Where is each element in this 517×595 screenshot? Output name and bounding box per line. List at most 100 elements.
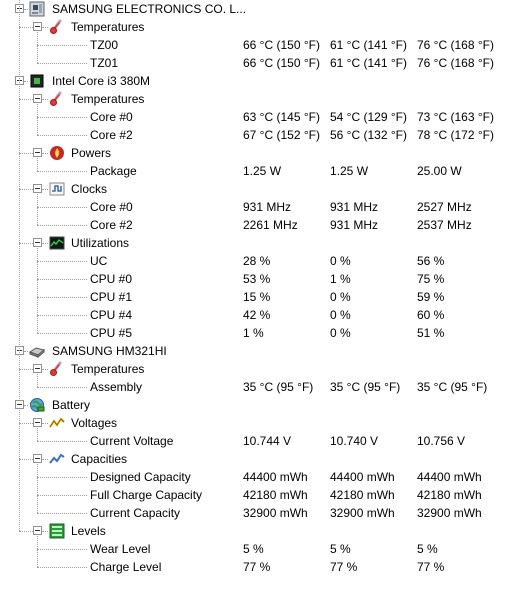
collapse-toggle[interactable] (33, 22, 42, 31)
group-name: Voltages (71, 416, 118, 430)
thermometer-icon (49, 19, 65, 35)
utilization-graph-icon (49, 235, 65, 251)
sensor-name: CPU #5 (90, 326, 133, 340)
tree-connector (37, 261, 87, 262)
device-name: SAMSUNG HM321HI (52, 344, 167, 358)
sensor-name: Package (90, 164, 137, 178)
collapse-toggle[interactable] (33, 148, 42, 157)
sensor-value: 67 °C (152 °F) (243, 128, 320, 142)
collapse-toggle[interactable] (33, 364, 42, 373)
sensor-value: 77 % (243, 560, 271, 574)
tree-connector (24, 81, 28, 82)
tree-connector (42, 243, 48, 244)
tree-connector (37, 171, 87, 172)
tree-connector (37, 225, 87, 226)
clock-wave-icon (49, 181, 65, 197)
collapse-toggle[interactable] (33, 94, 42, 103)
sensor-name: Core #0 (90, 200, 133, 214)
sensor-min: 0 % (330, 326, 351, 340)
sensor-name: Core #2 (90, 128, 133, 142)
device-row[interactable]: SAMSUNG ELECTRONICS CO. L... (0, 0, 517, 18)
collapse-toggle[interactable] (33, 526, 42, 535)
sensor-value: 1.25 W (243, 164, 282, 178)
group-row[interactable]: Clocks (0, 180, 517, 198)
sensor-value: 931 MHz (243, 200, 292, 214)
sensor-value: 2261 MHz (243, 218, 298, 232)
level-bars-icon (49, 523, 65, 539)
group-row[interactable]: Temperatures (0, 18, 517, 36)
power-flame-icon (49, 145, 65, 161)
thermometer-icon (49, 91, 65, 107)
tree-connector (37, 135, 87, 136)
group-row[interactable]: Temperatures (0, 90, 517, 108)
tree-connector (37, 279, 87, 280)
group-row[interactable]: Powers (0, 144, 517, 162)
group-name: Temperatures (71, 92, 145, 106)
group-name: Utilizations (71, 236, 130, 250)
tree-connector (19, 459, 33, 460)
sensor-name: Core #0 (90, 110, 133, 124)
tree-connector (42, 189, 48, 190)
sensor-min: 61 °C (141 °F) (330, 56, 407, 70)
sensor-value: 44400 mWh (243, 470, 308, 484)
group-row[interactable]: Levels (0, 522, 517, 540)
tree-connector (42, 423, 48, 424)
sensor-min: 931 MHz (330, 218, 379, 232)
sensor-name: Designed Capacity (90, 470, 191, 484)
tree-connector (19, 531, 33, 532)
sensor-max: 10.756 V (417, 434, 466, 448)
voltage-zigzag-icon (49, 415, 65, 431)
sensor-name: TZ01 (90, 56, 119, 70)
sensor-tree[interactable]: SAMSUNG ELECTRONICS CO. L... Temperatures… (0, 0, 517, 595)
group-row[interactable]: Utilizations (0, 234, 517, 252)
sensor-value: 35 °C (95 °F) (243, 380, 314, 394)
tree-connector (37, 549, 87, 550)
collapse-toggle[interactable] (15, 400, 24, 409)
tree-connector (37, 513, 87, 514)
sensor-min: 54 °C (129 °F) (330, 110, 407, 124)
sensor-max: 77 % (417, 560, 445, 574)
collapse-toggle[interactable] (33, 418, 42, 427)
device-row[interactable]: SAMSUNG HM321HI (0, 342, 517, 360)
tree-connector (37, 315, 87, 316)
collapse-toggle[interactable] (33, 184, 42, 193)
sensor-min: 42180 mWh (330, 488, 395, 502)
sensor-min: 1.25 W (330, 164, 369, 178)
tree-connector (19, 27, 33, 28)
sensor-name: Core #2 (90, 218, 133, 232)
sensor-min: 931 MHz (330, 200, 379, 214)
tree-connector (19, 153, 33, 154)
sensor-min: 10.740 V (330, 434, 379, 448)
device-row[interactable]: Intel Core i3 380M (0, 72, 517, 90)
tree-connector (37, 567, 87, 568)
collapse-toggle[interactable] (33, 454, 42, 463)
device-name: Battery (52, 398, 91, 412)
sensor-name: TZ00 (90, 38, 119, 52)
tree-connector (37, 441, 87, 442)
tree-connector (37, 248, 38, 333)
hard-drive-icon (29, 343, 45, 359)
tree-connector (42, 153, 48, 154)
sensor-name: Wear Level (90, 542, 151, 556)
sensor-min: 32900 mWh (330, 506, 395, 520)
group-row[interactable]: Voltages (0, 414, 517, 432)
sensor-value: 1 % (243, 326, 264, 340)
sensor-value: 66 °C (150 °F) (243, 38, 320, 52)
group-row[interactable]: Capacities (0, 450, 517, 468)
sensor-max: 76 °C (168 °F) (417, 56, 494, 70)
tree-connector (19, 369, 33, 370)
device-name: Intel Core i3 380M (52, 74, 151, 88)
group-name: Levels (71, 524, 106, 538)
collapse-toggle[interactable] (33, 238, 42, 247)
tree-connector (37, 428, 38, 441)
sensor-name: Assembly (90, 380, 143, 394)
tree-connector (37, 387, 87, 388)
tree-connector (24, 351, 28, 352)
tree-connector (24, 405, 28, 406)
group-row[interactable]: Temperatures (0, 360, 517, 378)
sensor-min: 44400 mWh (330, 470, 395, 484)
sensor-value: 15 % (243, 290, 271, 304)
tree-connector (37, 464, 38, 513)
device-name: SAMSUNG ELECTRONICS CO. L... (52, 2, 247, 16)
device-row[interactable]: Battery (0, 396, 517, 414)
